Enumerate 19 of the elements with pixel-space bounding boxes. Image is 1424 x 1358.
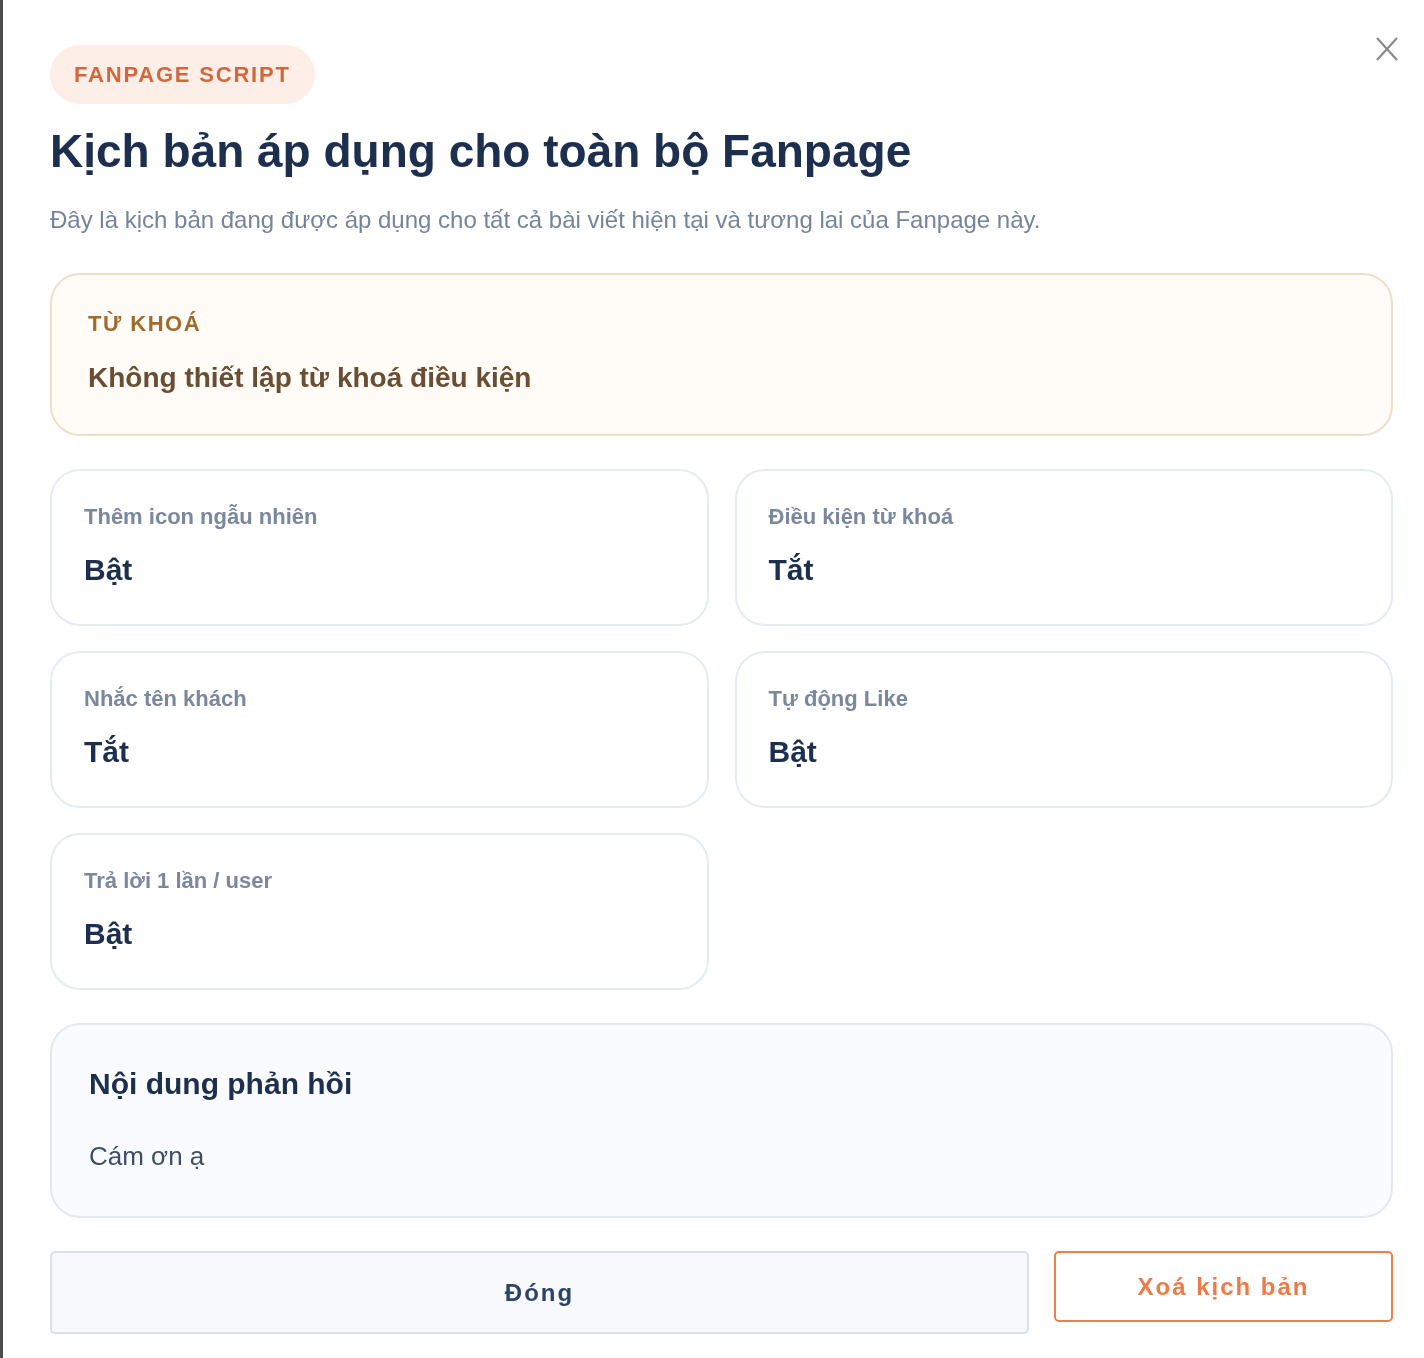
setting-label: Tự động Like [768,685,909,713]
keyword-label: TỪ KHOÁ [88,310,203,338]
close-button[interactable]: Đóng [50,1251,1029,1334]
dialog-description: Đây là kịch bản đang được áp dụng cho tất cả bài viết hiện tại và tương lai của Fanpage này. [50,205,1042,235]
dialog-title: Kịch bản áp dụng cho toàn bộ Fanpage [50,124,913,179]
setting-value: Tắt [84,734,130,770]
setting-label: Điều kiện từ khoá [768,503,955,531]
setting-label: Thêm icon ngẫu nhiên [84,503,319,531]
setting-value: Tắt [768,552,815,588]
response-title: Nội dung phản hồi [89,1066,354,1102]
setting-label: Trả lời 1 lần / user [84,867,274,895]
setting-value: Bật [84,552,134,588]
keyword-value: Không thiết lập từ khoá điều kiện [88,361,533,395]
setting-value: Bật [768,734,818,770]
response-text: Cám ơn ạ [89,1140,206,1173]
setting-label: Nhắc tên khách [84,685,248,713]
close-icon[interactable] [1376,37,1398,61]
badge: FANPAGE SCRIPT [50,45,315,104]
setting-value: Bật [84,916,134,952]
